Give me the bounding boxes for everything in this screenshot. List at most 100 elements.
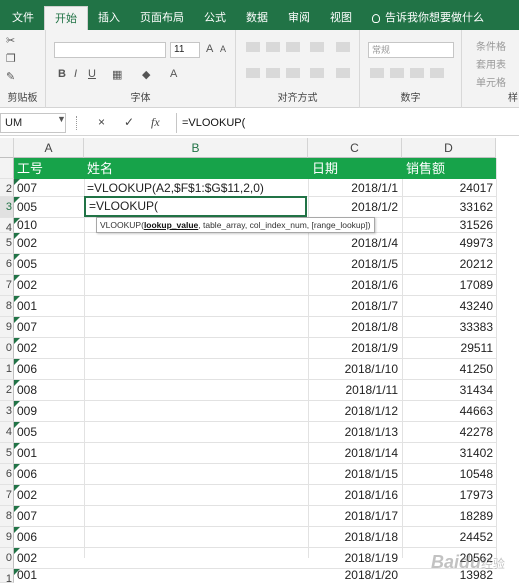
cell-date[interactable]: 2018/1/12 (308, 401, 402, 422)
font-name-box[interactable] (54, 42, 166, 58)
cell-sales[interactable]: 31402 (402, 443, 496, 464)
tab-home[interactable]: 开始 (44, 6, 88, 30)
cell-id[interactable]: 006 (14, 527, 84, 548)
select-all-corner[interactable] (0, 138, 14, 158)
cell-id[interactable]: 007 (14, 317, 84, 338)
header-cell-date[interactable]: 日期 (308, 158, 402, 179)
currency-icon[interactable] (370, 68, 384, 78)
cell-date[interactable]: 2018/1/11 (308, 380, 402, 401)
cell-id[interactable]: 002 (14, 275, 84, 296)
header-cell-name[interactable]: 姓名 (84, 158, 308, 179)
comma-icon[interactable] (410, 68, 424, 78)
cell-id[interactable]: 008 (14, 380, 84, 401)
merge-center-icon[interactable] (336, 68, 350, 78)
row-header[interactable]: 3 (0, 401, 14, 422)
cell-id[interactable]: 006 (14, 359, 84, 380)
grow-font-icon[interactable]: A (206, 43, 213, 55)
header-cell-id[interactable]: 工号 (14, 158, 84, 179)
insert-function-icon[interactable]: fx (151, 115, 160, 130)
percent-icon[interactable] (390, 68, 404, 78)
row-header[interactable]: 0 (0, 338, 14, 359)
cell-date[interactable]: 2018/1/1 (308, 179, 402, 197)
cell-date[interactable]: 2018/1/5 (308, 254, 402, 275)
cell-id[interactable]: 006 (14, 464, 84, 485)
cell-id[interactable]: 001 (14, 443, 84, 464)
underline-icon[interactable]: U (88, 68, 96, 80)
tab-data[interactable]: 数据 (236, 6, 278, 30)
cell-id[interactable]: 007 (14, 506, 84, 527)
cell-id[interactable]: 001 (14, 296, 84, 317)
row-header[interactable]: 6 (0, 254, 14, 275)
column-header-c[interactable]: C (308, 138, 402, 158)
row-header[interactable]: 6 (0, 464, 14, 485)
decimal-icon[interactable] (430, 68, 444, 78)
column-header-b[interactable]: B (84, 138, 308, 158)
cell-date[interactable]: 2018/1/20 (308, 569, 402, 583)
cell-sales[interactable]: 43240 (402, 296, 496, 317)
border-icon[interactable]: ▦ (112, 68, 122, 81)
cancel-icon[interactable]: × (98, 115, 105, 129)
cell-date[interactable]: 2018/1/13 (308, 422, 402, 443)
align-center-icon[interactable] (266, 68, 280, 78)
cell-date[interactable]: 2018/1/4 (308, 233, 402, 254)
cell-date[interactable]: 2018/1/16 (308, 485, 402, 506)
cell-sales[interactable]: 20212 (402, 254, 496, 275)
column-header-d[interactable]: D (402, 138, 496, 158)
tab-page-layout[interactable]: 页面布局 (130, 6, 194, 30)
column-header-a[interactable]: A (14, 138, 84, 158)
cell-id[interactable]: 001 (14, 569, 84, 583)
cell-id[interactable]: 002 (14, 233, 84, 254)
cell-sales[interactable]: 17089 (402, 275, 496, 296)
cell-sales[interactable]: 33162 (402, 197, 496, 218)
align-left-icon[interactable] (246, 68, 260, 78)
tab-view[interactable]: 视图 (320, 6, 362, 30)
format-painter-icon[interactable]: ✎ (6, 70, 15, 83)
cell-sales[interactable]: 49973 (402, 233, 496, 254)
number-format-box[interactable]: 常规 (368, 42, 454, 58)
cell-date[interactable]: 2018/1/15 (308, 464, 402, 485)
cell-id[interactable]: 009 (14, 401, 84, 422)
tab-formulas[interactable]: 公式 (194, 6, 236, 30)
bold-icon[interactable]: B (58, 68, 66, 80)
cell-date[interactable]: 2018/1/10 (308, 359, 402, 380)
cell-id[interactable]: 002 (14, 338, 84, 359)
cell-sales[interactable]: 18289 (402, 506, 496, 527)
tell-me-box[interactable]: 告诉我你想要做什么 (362, 6, 494, 30)
cell-date[interactable]: 2018/1/7 (308, 296, 402, 317)
cell-date[interactable]: 2018/1/2 (308, 197, 402, 218)
tab-insert[interactable]: 插入 (88, 6, 130, 30)
cell-name[interactable]: =VLOOKUP(A2,$F$1:$G$11,2,0) (84, 179, 308, 197)
cell-date[interactable]: 2018/1/9 (308, 338, 402, 359)
active-cell-editor[interactable]: =VLOOKUP( (84, 196, 307, 217)
row-header[interactable]: 8 (0, 296, 14, 317)
cell-sales[interactable]: 24017 (402, 179, 496, 197)
row-header[interactable]: 9 (0, 317, 14, 338)
row-header[interactable]: 4 (0, 422, 14, 443)
cell-id[interactable]: 010 (14, 218, 84, 233)
cell-sales[interactable]: 31434 (402, 380, 496, 401)
cell-date[interactable]: 2018/1/6 (308, 275, 402, 296)
cell-id[interactable]: 002 (14, 485, 84, 506)
cell-sales[interactable]: 42278 (402, 422, 496, 443)
fill-color-icon[interactable]: ◆ (142, 68, 150, 81)
cell-date[interactable]: 2018/1/8 (308, 317, 402, 338)
shrink-font-icon[interactable]: A (220, 44, 226, 54)
cell-sales[interactable]: 10548 (402, 464, 496, 485)
cell-id[interactable]: 005 (14, 197, 84, 218)
cell-sales[interactable]: 41250 (402, 359, 496, 380)
header-cell-sales[interactable]: 销售额 (402, 158, 496, 179)
row-header[interactable]: 4 (0, 218, 14, 233)
row-header[interactable]: 2 (0, 179, 14, 197)
font-size-box[interactable]: 11 (170, 42, 200, 58)
row-header[interactable]: 1 (0, 359, 14, 380)
tab-review[interactable]: 审阅 (278, 6, 320, 30)
conditional-format-button[interactable]: 条件格 (476, 38, 506, 53)
cut-icon[interactable]: ✂ (6, 34, 15, 47)
cell-id[interactable]: 005 (14, 422, 84, 443)
row-header[interactable]: 9 (0, 527, 14, 548)
cell-sales[interactable]: 33383 (402, 317, 496, 338)
row-header[interactable] (0, 158, 14, 179)
cell-id[interactable]: 005 (14, 254, 84, 275)
row-header[interactable]: 3 (0, 197, 14, 218)
row-header[interactable]: 0 (0, 548, 14, 569)
